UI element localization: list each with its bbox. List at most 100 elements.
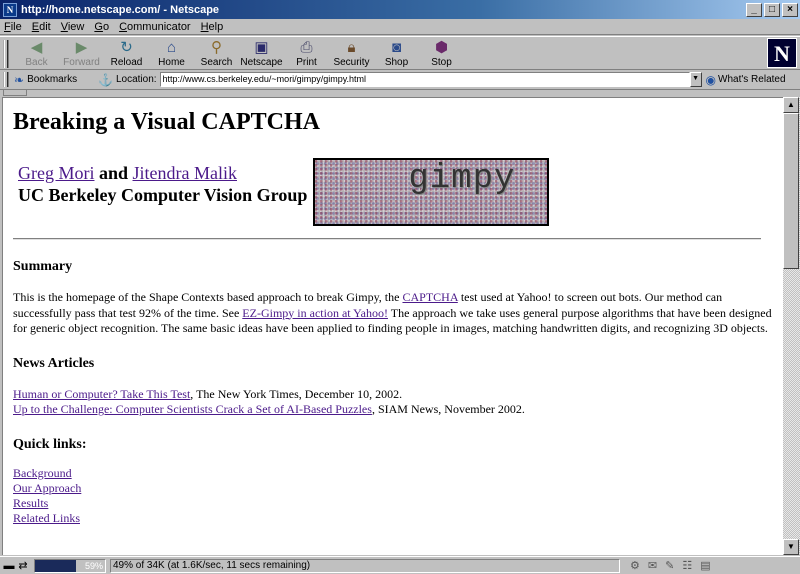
printer-icon: ⎙	[300, 39, 313, 56]
menu-view[interactable]: View	[61, 21, 85, 33]
netscape-throbber-logo[interactable]: N	[767, 38, 797, 68]
url-dropdown-button[interactable]: ▼	[689, 72, 702, 87]
progress-percent: 59%	[84, 560, 103, 571]
menu-file[interactable]: File	[4, 21, 22, 33]
back-label: Back	[25, 57, 48, 68]
news-heading: News Articles	[13, 355, 95, 371]
reload-button[interactable]: ↻ Reload	[104, 37, 149, 69]
navigator-component-icon[interactable]: ⚙	[630, 559, 640, 572]
netscape-app-icon[interactable]: N	[3, 2, 17, 17]
search-button[interactable]: ⚲ Search	[194, 37, 239, 69]
and-text: and	[98, 163, 129, 183]
maximize-button[interactable]: □	[764, 2, 780, 17]
news-item-2: Up to the Challenge: Computer Scientists…	[13, 402, 773, 418]
print-label: Print	[296, 57, 317, 68]
news-item-1: Human or Computer? Take This Test, The N…	[13, 387, 773, 403]
status-text: 49% of 34K (at 1.6K/sec, 11 secs remaini…	[110, 558, 620, 573]
quick-link-results[interactable]: Results	[13, 496, 773, 511]
progress-bar: 59%	[34, 558, 106, 573]
menu-bar: File Edit View Go Communicator Help	[0, 19, 800, 35]
summary-heading: Summary	[13, 259, 73, 274]
url-input[interactable]: http://www.cs.berkeley.edu/~mori/gimpy/g…	[159, 72, 690, 87]
reload-icon: ↻	[120, 39, 133, 56]
stop-button[interactable]: ⬢ Stop	[419, 37, 464, 69]
composer-component-icon[interactable]: ✎	[665, 559, 674, 572]
component-bar: ⚙ ✉ ✎ ☷ ▤	[630, 559, 711, 572]
whats-related-label: What's Related	[718, 74, 786, 85]
search-icon: ⚲	[211, 39, 222, 56]
security-button[interactable]: 🔒︎ Security	[329, 37, 374, 69]
menu-go[interactable]: Go	[94, 21, 109, 33]
quick-link-related-links[interactable]: Related Links	[13, 511, 773, 526]
news-1-source: , The New York Times, December 10, 2002.	[190, 386, 403, 401]
quick-link-our-approach[interactable]: Our Approach	[13, 481, 773, 496]
newsgroups-component-icon[interactable]: ▤	[700, 559, 710, 572]
news-link-nytimes[interactable]: Human or Computer? Take This Test	[13, 387, 190, 401]
home-icon: ⌂	[166, 39, 177, 56]
toolbar-grip[interactable]	[3, 40, 9, 68]
news-link-siam[interactable]: Up to the Challenge: Computer Scientists…	[13, 402, 372, 416]
print-button[interactable]: ⎙ Print	[284, 37, 329, 69]
quick-links-list: Background Our Approach Results Related …	[13, 466, 773, 527]
window-title: http://home.netscape.com/ - Netscape	[21, 3, 220, 16]
author-link-greg-mori[interactable]: Greg Mori	[18, 163, 94, 183]
menu-communicator[interactable]: Communicator	[119, 21, 191, 33]
scrollbar-thumb[interactable]	[783, 113, 799, 269]
vertical-scrollbar[interactable]: ▲ ▼	[783, 97, 800, 555]
shop-bag-icon: ◙	[391, 39, 402, 56]
title-bar: N http://home.netscape.com/ - Netscape _…	[0, 0, 800, 19]
bookmarks-button[interactable]: ❧ Bookmarks	[14, 73, 94, 87]
forward-button[interactable]: ▶ Forward	[59, 37, 104, 69]
author-block: Greg Mori and Jitendra Malik UC Berkeley…	[18, 162, 307, 206]
security-label: Security	[333, 57, 370, 68]
menu-help[interactable]: Help	[201, 21, 224, 33]
scroll-down-button[interactable]: ▼	[783, 539, 799, 555]
netscape-button[interactable]: ▣ Netscape	[239, 37, 284, 69]
mail-component-icon[interactable]: ✉	[648, 559, 657, 572]
status-bar: ▬ ⇄ 59% 49% of 34K (at 1.6K/sec, 11 secs…	[0, 556, 800, 574]
quick-link-background[interactable]: Background	[13, 466, 773, 481]
home-label: Home	[158, 57, 185, 68]
horizontal-rule	[13, 238, 761, 240]
captcha-word: gimpy	[408, 160, 516, 198]
scroll-up-button[interactable]: ▲	[783, 97, 799, 113]
back-button[interactable]: ◀ Back	[14, 37, 59, 69]
connection-status-icon[interactable]: ⇄	[16, 559, 30, 572]
shop-label: Shop	[384, 57, 409, 68]
back-arrow-icon: ◀	[30, 39, 43, 56]
quick-links-heading: Quick links:	[13, 436, 87, 452]
group-name: UC Berkeley Computer Vision Group	[18, 185, 308, 205]
captcha-image: gimpy	[313, 158, 550, 226]
stop-icon: ⬢	[434, 39, 449, 56]
location-label-group: ⚓ Location:	[98, 73, 157, 87]
page-proxy-icon[interactable]: ⚓	[98, 73, 113, 87]
stop-label: Stop	[431, 57, 452, 68]
address-book-component-icon[interactable]: ☷	[682, 559, 692, 572]
minimize-button[interactable]: _	[746, 2, 762, 17]
location-toolbar-grip[interactable]	[3, 72, 9, 87]
author-link-jitendra-malik[interactable]: Jitendra Malik	[133, 163, 237, 183]
page-viewport: Breaking a Visual CAPTCHA Greg Mori and …	[2, 97, 783, 555]
page-heading: Breaking a Visual CAPTCHA	[13, 109, 320, 135]
ez-gimpy-link[interactable]: EZ-Gimpy in action at Yahoo!	[242, 306, 388, 320]
summary-text-1: This is the homepage of the Shape Contex…	[13, 290, 403, 304]
news-2-source: , SIAM News, November 2002.	[371, 402, 525, 416]
whats-related-button[interactable]: ◉ What's Related	[706, 73, 786, 87]
forward-arrow-icon: ▶	[75, 39, 88, 56]
menu-edit[interactable]: Edit	[32, 21, 51, 33]
home-button[interactable]: ⌂ Home	[149, 37, 194, 69]
authors-row: Greg Mori and Jitendra Malik UC Berkeley…	[13, 158, 773, 226]
netscape-icon: ▣	[254, 39, 269, 56]
location-toolbar: ❧ Bookmarks ⚓ Location: http://www.cs.be…	[0, 71, 800, 88]
forward-label: Forward	[63, 57, 100, 68]
captcha-link[interactable]: CAPTCHA	[402, 290, 457, 304]
collapse-toolbar-tab[interactable]	[3, 90, 27, 96]
bookmarks-label: Bookmarks	[27, 74, 78, 85]
netscape-label: Netscape	[240, 57, 283, 68]
search-label: Search	[200, 57, 233, 68]
location-label: Location:	[115, 74, 157, 85]
security-lock-status-icon[interactable]: ▬	[2, 560, 16, 572]
close-button[interactable]: ×	[782, 2, 798, 17]
shop-button[interactable]: ◙ Shop	[374, 37, 419, 69]
lock-icon: 🔒︎	[347, 39, 356, 56]
